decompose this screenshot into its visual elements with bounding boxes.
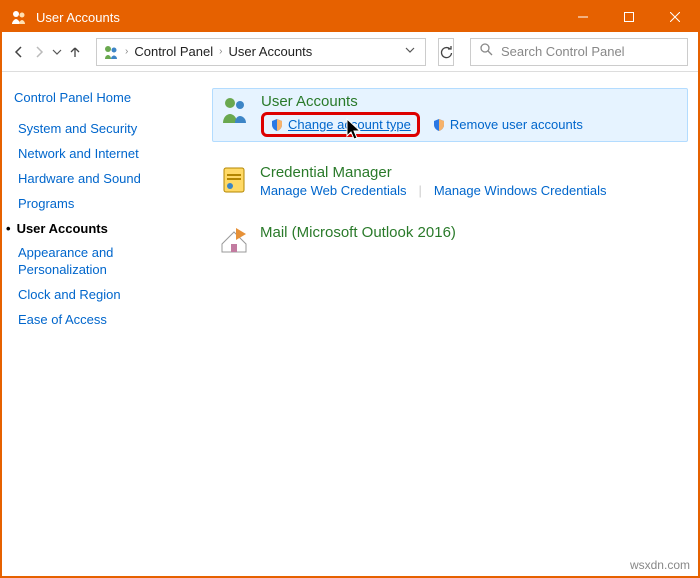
sidebar-item[interactable]: Programs [18, 196, 190, 213]
watermark: wsxdn.com [630, 558, 690, 572]
back-button[interactable] [12, 40, 26, 64]
category-icon [218, 224, 250, 256]
category-links: Change account type Remove user accounts [261, 112, 681, 137]
search-input[interactable] [499, 43, 679, 60]
sidebar-item[interactable]: Network and Internet [18, 146, 190, 163]
address-bar[interactable]: › Control Panel › User Accounts [96, 38, 426, 66]
window-controls [560, 2, 698, 32]
category-icon [218, 164, 250, 196]
link-label: Manage Web Credentials [260, 183, 406, 198]
window-title: User Accounts [36, 10, 560, 25]
category-row: Mail (Microsoft Outlook 2016) [212, 220, 688, 260]
titlebar: User Accounts [2, 2, 698, 32]
navigation-bar: › Control Panel › User Accounts [2, 32, 698, 72]
minimize-button[interactable] [560, 2, 606, 32]
link-label: Change account type [288, 117, 411, 132]
category-title[interactable]: Mail (Microsoft Outlook 2016) [260, 224, 682, 241]
breadcrumb-segment[interactable]: User Accounts [224, 44, 316, 59]
sidebar-item[interactable]: User Accounts [18, 221, 190, 238]
category-title[interactable]: Credential Manager [260, 164, 682, 181]
refresh-button[interactable] [438, 38, 454, 66]
link-separator: | [418, 183, 421, 198]
category-link[interactable]: Manage Web Credentials [260, 183, 406, 198]
breadcrumb-segment[interactable]: Control Panel [130, 44, 217, 59]
category-body: User Accounts Change account type Remove u… [261, 93, 681, 137]
chevron-right-icon[interactable]: › [217, 46, 224, 57]
link-label: Manage Windows Credentials [434, 183, 607, 198]
sidebar-item[interactable]: Ease of Access [18, 312, 190, 329]
content-area: Control Panel Home System and Security Ne… [2, 72, 698, 576]
recent-locations-button[interactable] [52, 40, 62, 64]
category-link[interactable]: Remove user accounts [432, 117, 583, 132]
main-panel: User Accounts Change account type Remove u… [202, 72, 698, 576]
forward-button[interactable] [32, 40, 46, 64]
category-body: Credential Manager Manage Web Credentials… [260, 164, 682, 198]
sidebar-item[interactable]: System and Security [18, 121, 190, 138]
sidebar: Control Panel Home System and Security Ne… [2, 72, 202, 576]
category-icon [219, 93, 251, 125]
category-link[interactable]: Change account type [261, 112, 420, 137]
category-title[interactable]: User Accounts [261, 93, 681, 110]
chevron-right-icon[interactable]: › [123, 46, 130, 57]
user-accounts-icon [10, 8, 28, 26]
close-button[interactable] [652, 2, 698, 32]
sidebar-item[interactable]: Clock and Region [18, 287, 190, 304]
sidebar-item[interactable]: Hardware and Sound [18, 171, 190, 188]
category-link[interactable]: Manage Windows Credentials [434, 183, 607, 198]
up-button[interactable] [68, 40, 82, 64]
category-row: User Accounts Change account type Remove u… [212, 88, 688, 142]
link-label: Remove user accounts [450, 117, 583, 132]
sidebar-item[interactable]: Appearance and Personalization [18, 245, 190, 279]
search-icon [479, 42, 493, 61]
maximize-button[interactable] [606, 2, 652, 32]
address-dropdown[interactable] [401, 45, 419, 58]
search-box[interactable] [470, 38, 688, 66]
shield-icon [270, 118, 284, 132]
shield-icon [432, 118, 446, 132]
category-body: Mail (Microsoft Outlook 2016) [260, 224, 682, 243]
category-links: Manage Web Credentials | Manage Windows Cr… [260, 183, 682, 198]
category-row: Credential Manager Manage Web Credentials… [212, 160, 688, 202]
control-panel-icon [103, 44, 119, 60]
control-panel-home-link[interactable]: Control Panel Home [14, 90, 190, 105]
window-frame: User Accounts [0, 0, 700, 578]
